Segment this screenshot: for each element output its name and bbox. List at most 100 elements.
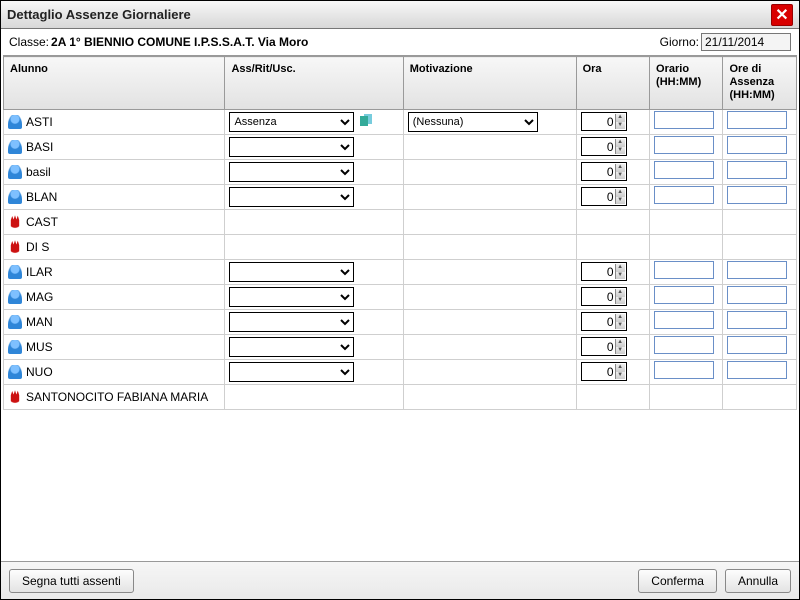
table-row: MUS Assenza 0▲▼ — [4, 334, 797, 359]
chevron-up-icon[interactable]: ▲ — [615, 264, 625, 272]
col-motivazione: Motivazione — [403, 57, 576, 110]
ore-assenza-field[interactable] — [727, 261, 787, 279]
orario-field[interactable] — [654, 311, 714, 329]
orario-field[interactable] — [654, 261, 714, 279]
orario-field[interactable] — [654, 161, 714, 179]
orario-field[interactable] — [654, 111, 714, 129]
table-row: MAG Assenza 0▲▼ — [4, 284, 797, 309]
ora-stepper[interactable]: 0▲▼ — [581, 162, 627, 181]
close-icon[interactable]: ✕ — [771, 4, 793, 26]
ora-stepper[interactable]: 0▲▼ — [581, 287, 627, 306]
table-row: NUO Assenza 0▲▼ — [4, 359, 797, 384]
col-ora: Ora — [576, 57, 649, 110]
table-row: DI S — [4, 234, 797, 259]
table-row: CAST — [4, 209, 797, 234]
table-row: basil Assenza 0▲▼ — [4, 159, 797, 184]
student-name: basil — [26, 165, 51, 179]
chevron-down-icon[interactable]: ▼ — [615, 347, 625, 355]
table-row: SANTONOCITO FABIANA MARIA — [4, 384, 797, 409]
ass-select[interactable]: Assenza — [229, 337, 354, 357]
hand-icon — [8, 240, 22, 254]
table-row: ASTIAssenza(Nessuna)0▲▼ — [4, 109, 797, 134]
chevron-up-icon[interactable]: ▲ — [615, 364, 625, 372]
student-name: MUS — [26, 340, 53, 354]
ore-assenza-field[interactable] — [727, 311, 787, 329]
giorno-label: Giorno: — [660, 35, 699, 49]
student-name: ILAR — [26, 265, 53, 279]
student-name: BLAN — [26, 190, 57, 204]
ora-stepper[interactable]: 0▲▼ — [581, 187, 627, 206]
orario-field[interactable] — [654, 336, 714, 354]
ass-select[interactable]: Assenza — [229, 162, 354, 182]
student-name: BASI — [26, 140, 53, 154]
ass-select[interactable]: Assenza — [229, 287, 354, 307]
chevron-up-icon[interactable]: ▲ — [615, 164, 625, 172]
chevron-up-icon[interactable]: ▲ — [615, 289, 625, 297]
chevron-up-icon[interactable]: ▲ — [615, 114, 625, 122]
giorno-field[interactable] — [701, 33, 791, 51]
person-icon — [8, 140, 22, 154]
student-name: DI S — [26, 240, 49, 254]
chevron-down-icon[interactable]: ▼ — [615, 372, 625, 380]
ora-stepper[interactable]: 0▲▼ — [581, 262, 627, 281]
chevron-down-icon[interactable]: ▼ — [615, 147, 625, 155]
ore-assenza-field[interactable] — [727, 336, 787, 354]
chevron-up-icon[interactable]: ▲ — [615, 189, 625, 197]
ore-assenza-field[interactable] — [727, 111, 787, 129]
col-alunno: Alunno — [4, 57, 225, 110]
ore-assenza-field[interactable] — [727, 286, 787, 304]
orario-field[interactable] — [654, 136, 714, 154]
person-icon — [8, 190, 22, 204]
table-row: BLAN Assenza 0▲▼ — [4, 184, 797, 209]
ass-select[interactable]: Assenza — [229, 112, 354, 132]
footer-bar: Segna tutti assenti Conferma Annulla — [1, 561, 799, 599]
chevron-up-icon[interactable]: ▲ — [615, 139, 625, 147]
copy-down-icon[interactable] — [358, 114, 374, 128]
confirm-button[interactable]: Conferma — [638, 569, 717, 593]
ass-select[interactable]: Assenza — [229, 137, 354, 157]
chevron-up-icon[interactable]: ▲ — [615, 339, 625, 347]
ore-assenza-field[interactable] — [727, 161, 787, 179]
hand-icon — [8, 215, 22, 229]
grid-container: Alunno Ass/Rit/Usc. Motivazione Ora Orar… — [3, 55, 797, 559]
student-name: MAN — [26, 315, 53, 329]
ora-stepper[interactable]: 0▲▼ — [581, 337, 627, 356]
table-row: ILAR Assenza 0▲▼ — [4, 259, 797, 284]
col-orario: Orario (HH:MM) — [650, 57, 723, 110]
chevron-down-icon[interactable]: ▼ — [615, 197, 625, 205]
table-row: BASI Assenza 0▲▼ — [4, 134, 797, 159]
chevron-down-icon[interactable]: ▼ — [615, 172, 625, 180]
chevron-down-icon[interactable]: ▼ — [615, 322, 625, 330]
motivazione-select[interactable]: (Nessuna) — [408, 112, 538, 132]
student-name: SANTONOCITO FABIANA MARIA — [26, 390, 208, 404]
cancel-button[interactable]: Annulla — [725, 569, 791, 593]
student-name: MAG — [26, 290, 53, 304]
ore-assenza-field[interactable] — [727, 136, 787, 154]
absence-table: Alunno Ass/Rit/Usc. Motivazione Ora Orar… — [3, 56, 797, 410]
person-icon — [8, 315, 22, 329]
ora-stepper[interactable]: 0▲▼ — [581, 362, 627, 381]
orario-field[interactable] — [654, 286, 714, 304]
chevron-down-icon[interactable]: ▼ — [615, 122, 625, 130]
chevron-down-icon[interactable]: ▼ — [615, 297, 625, 305]
orario-field[interactable] — [654, 186, 714, 204]
chevron-down-icon[interactable]: ▼ — [615, 272, 625, 280]
titlebar: Dettaglio Assenze Giornaliere ✕ — [1, 1, 799, 29]
ass-select[interactable]: Assenza — [229, 262, 354, 282]
chevron-up-icon[interactable]: ▲ — [615, 314, 625, 322]
mark-all-absent-button[interactable]: Segna tutti assenti — [9, 569, 134, 593]
classe-label: Classe: — [9, 35, 49, 49]
window-title: Dettaglio Assenze Giornaliere — [7, 7, 191, 22]
orario-field[interactable] — [654, 361, 714, 379]
ore-assenza-field[interactable] — [727, 186, 787, 204]
person-icon — [8, 115, 22, 129]
ass-select[interactable]: Assenza — [229, 362, 354, 382]
ore-assenza-field[interactable] — [727, 361, 787, 379]
ass-select[interactable]: Assenza — [229, 187, 354, 207]
ora-stepper[interactable]: 0▲▼ — [581, 137, 627, 156]
classe-value: 2A 1° BIENNIO COMUNE I.P.S.S.A.T. Via Mo… — [51, 35, 308, 49]
ora-stepper[interactable]: 0▲▼ — [581, 112, 627, 131]
ora-stepper[interactable]: 0▲▼ — [581, 312, 627, 331]
student-name: NUO — [26, 365, 53, 379]
ass-select[interactable]: Assenza — [229, 312, 354, 332]
